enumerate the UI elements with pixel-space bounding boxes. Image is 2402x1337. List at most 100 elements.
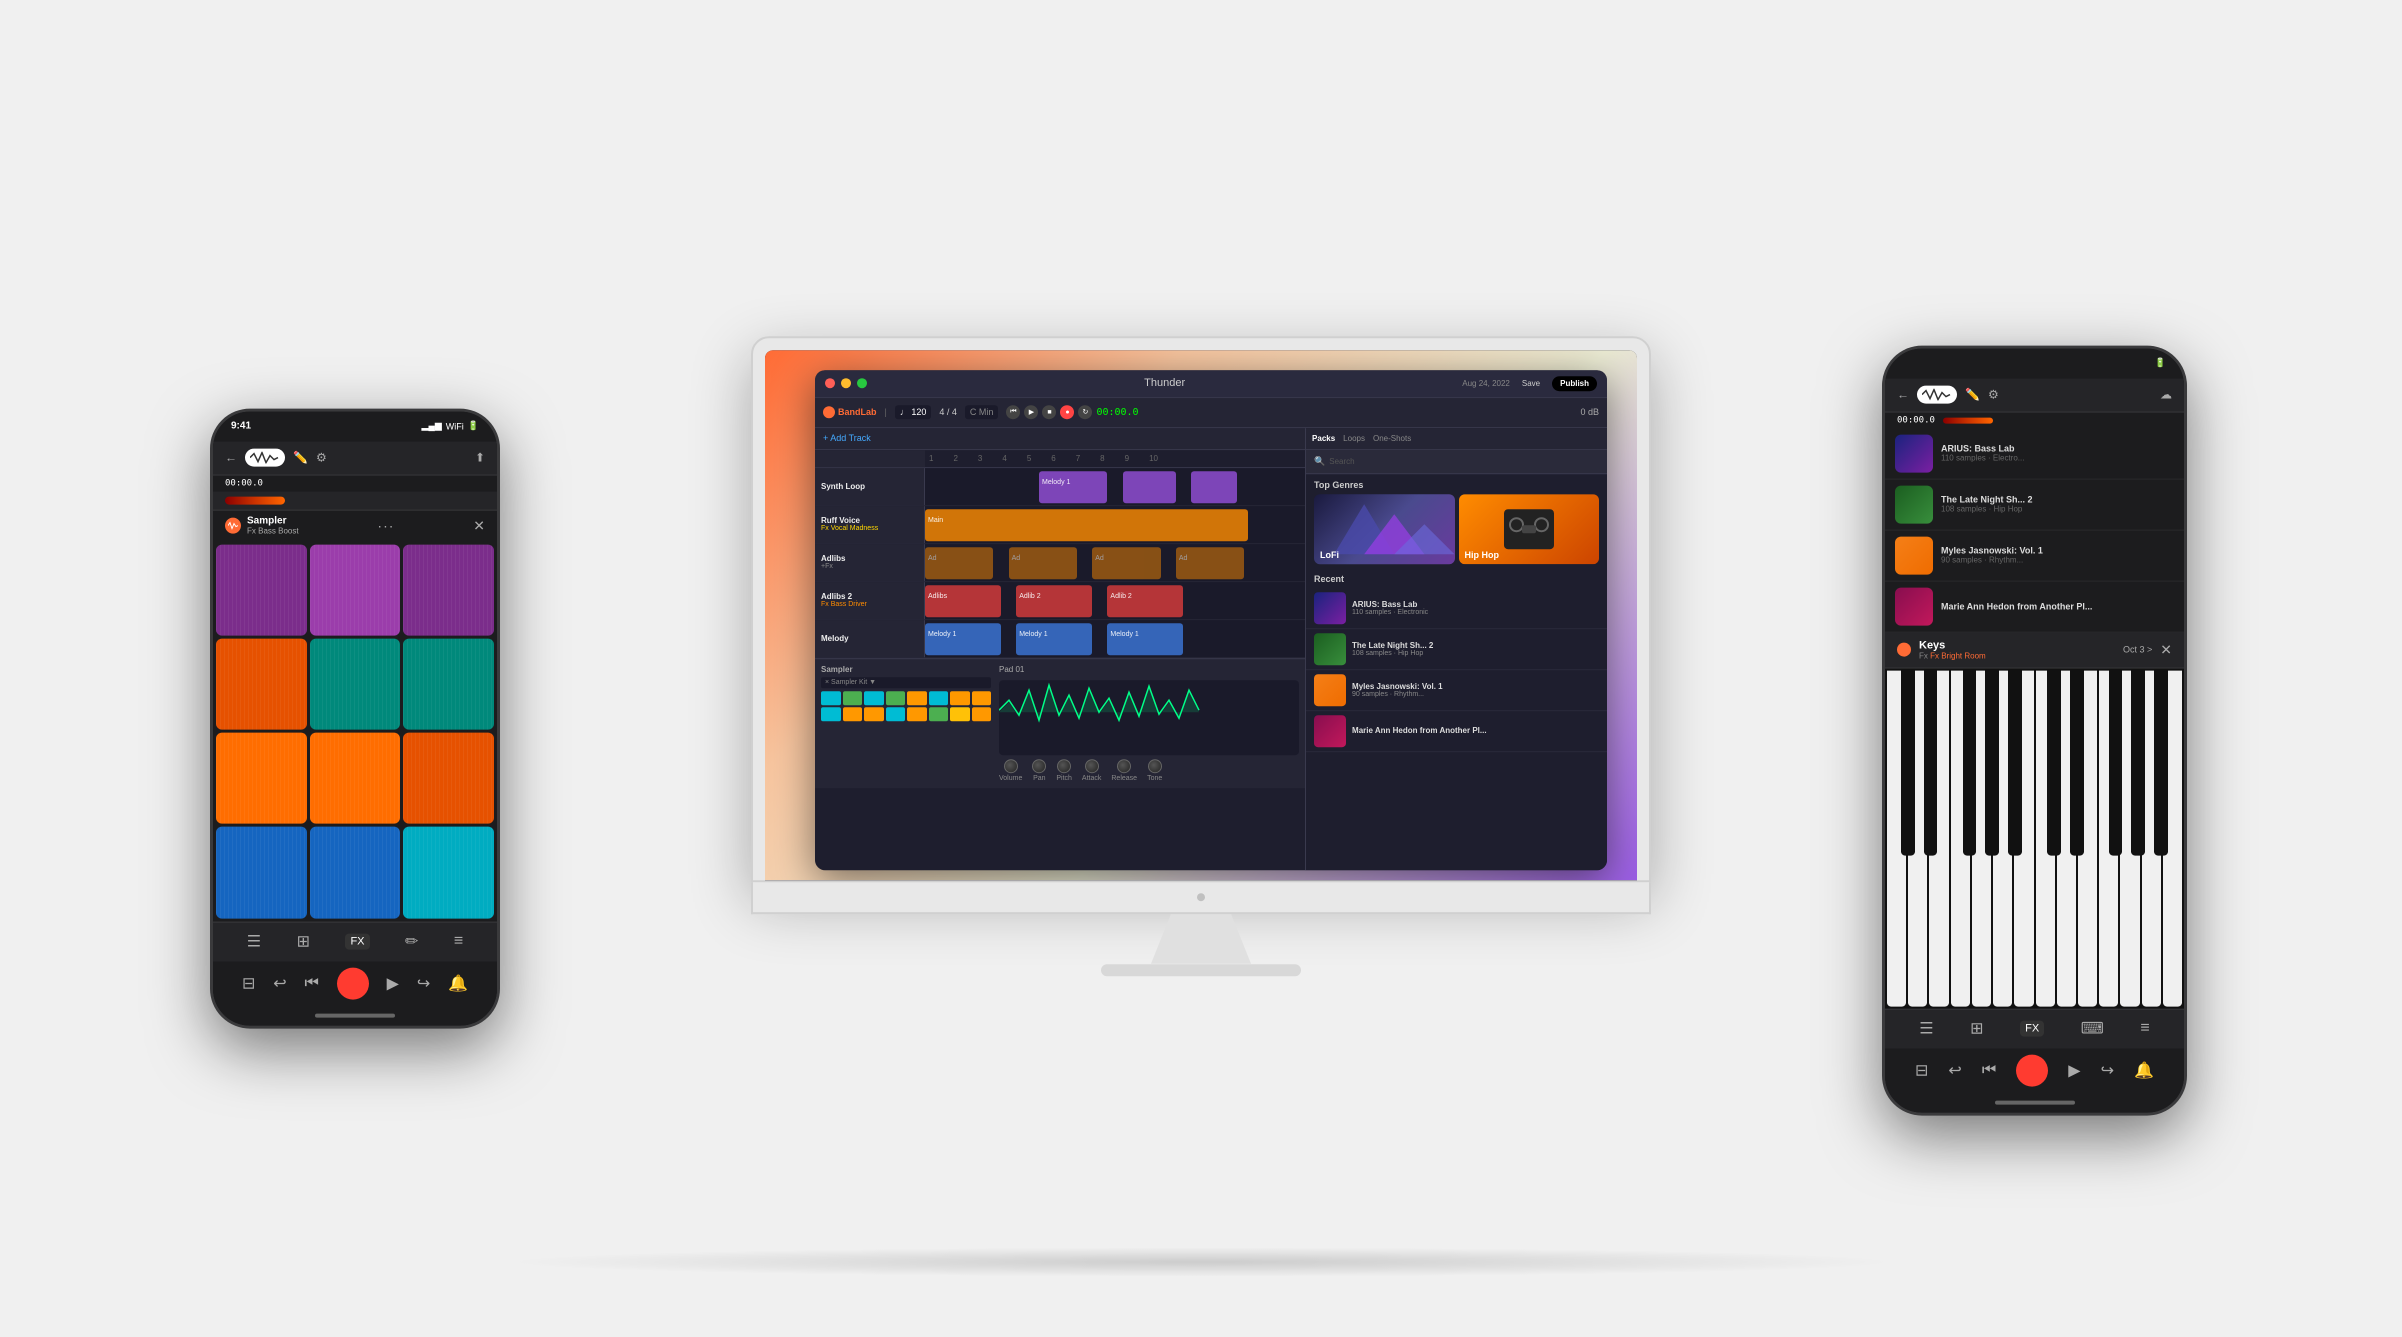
sp-2[interactable] bbox=[843, 691, 863, 705]
eq-icon[interactable]: ⊟ bbox=[242, 973, 255, 993]
pad-9[interactable] bbox=[403, 733, 494, 824]
track-content-adlibs2[interactable]: Adlibs Adlib 2 Adlib 2 bbox=[925, 582, 1305, 619]
right-upload-icon[interactable]: ☁ bbox=[2160, 388, 2172, 402]
key-e2[interactable] bbox=[2078, 670, 2097, 1006]
key-b2[interactable] bbox=[2163, 670, 2182, 1006]
right-redo-icon[interactable]: ↪ bbox=[2101, 1060, 2114, 1080]
recent-item-2[interactable]: The Late Night Sh... 2 108 samples · Hip… bbox=[1306, 629, 1607, 670]
key-display[interactable]: C Min bbox=[965, 405, 999, 419]
right-undo-icon[interactable]: ↩ bbox=[1948, 1060, 1961, 1080]
sound-item-2[interactable]: The Late Night Sh... 2 108 samples · Hip… bbox=[1885, 479, 2184, 530]
sp-16[interactable] bbox=[972, 707, 992, 721]
right-record-button[interactable] bbox=[2016, 1054, 2048, 1086]
key-f[interactable] bbox=[1951, 670, 1970, 1006]
clip-voice-main[interactable]: Main bbox=[925, 509, 1248, 541]
key-c[interactable] bbox=[1887, 670, 1906, 1006]
right-play-icon[interactable]: ▶ bbox=[2068, 1060, 2080, 1080]
upload-icon[interactable]: ⬆ bbox=[475, 451, 485, 465]
undo-icon[interactable]: ↩ bbox=[273, 973, 286, 993]
grid-icon[interactable]: ⊞ bbox=[297, 932, 310, 952]
key-g[interactable] bbox=[1972, 670, 1991, 1006]
sp-15[interactable] bbox=[950, 707, 970, 721]
publish-button[interactable]: Publish bbox=[1552, 376, 1597, 391]
one-shots-tab[interactable]: One-Shots bbox=[1373, 434, 1411, 443]
close-icon[interactable]: ✕ bbox=[473, 517, 485, 534]
redo-icon[interactable]: ↪ bbox=[417, 973, 430, 993]
right-list-icon[interactable]: ☰ bbox=[1919, 1019, 1933, 1039]
packs-tab[interactable]: Packs bbox=[1312, 434, 1335, 443]
clip-ad2-2[interactable]: Adlib 2 bbox=[1016, 585, 1092, 617]
track-content-synth[interactable]: Melody 1 bbox=[925, 468, 1305, 505]
sound-item-1[interactable]: ARIUS: Bass Lab 110 samples · Electro... bbox=[1885, 428, 2184, 479]
right-fx-icon[interactable]: FX bbox=[2020, 1021, 2044, 1037]
sp-13[interactable] bbox=[907, 707, 927, 721]
loop-btn[interactable]: ↻ bbox=[1078, 405, 1092, 419]
rewind-btn[interactable]: ⏮ bbox=[1006, 405, 1020, 419]
keys-close[interactable]: ✕ bbox=[2160, 641, 2172, 658]
right-eq-icon[interactable]: ⊟ bbox=[1915, 1060, 1928, 1080]
sp-4[interactable] bbox=[886, 691, 906, 705]
list-icon[interactable]: ☰ bbox=[247, 932, 261, 952]
save-button[interactable]: Save bbox=[1516, 376, 1546, 391]
sp-3[interactable] bbox=[864, 691, 884, 705]
record-btn[interactable]: ● bbox=[1060, 405, 1074, 419]
right-back-icon[interactable]: ← bbox=[1897, 388, 1909, 402]
bpm-display[interactable]: ♩ 120 bbox=[895, 405, 932, 419]
maximize-dot[interactable] bbox=[857, 378, 867, 388]
clip-ad2-3[interactable]: Adlib 2 bbox=[1107, 585, 1183, 617]
key-e[interactable] bbox=[1929, 670, 1948, 1006]
record-button[interactable] bbox=[337, 967, 369, 999]
skip-back-icon[interactable]: ⏮ bbox=[305, 974, 319, 992]
clip-ad-1[interactable]: Ad bbox=[925, 547, 993, 579]
key-a2[interactable] bbox=[2142, 670, 2161, 1006]
clip-mel-3[interactable]: Melody 1 bbox=[1107, 623, 1183, 655]
sp-5[interactable] bbox=[907, 691, 927, 705]
sp-9[interactable] bbox=[821, 707, 841, 721]
pad-11[interactable] bbox=[310, 827, 401, 918]
right-skip-back-icon[interactable]: ⏮ bbox=[1982, 1061, 1996, 1079]
pencil-icon[interactable]: ✏️ bbox=[293, 451, 308, 465]
sp-12[interactable] bbox=[886, 707, 906, 721]
waveform-icon[interactable] bbox=[245, 449, 285, 467]
track-content-melody[interactable]: Melody 1 Melody 1 Melody 1 bbox=[925, 620, 1305, 657]
pad-8[interactable] bbox=[310, 733, 401, 824]
recent-item-3[interactable]: Myles Jasnowski: Vol. 1 90 samples · Rhy… bbox=[1306, 670, 1607, 711]
loops-tab[interactable]: Loops bbox=[1343, 434, 1365, 443]
sp-1[interactable] bbox=[821, 691, 841, 705]
pad-2[interactable] bbox=[310, 544, 401, 635]
recent-item-1[interactable]: ARIUS: Bass Lab 110 samples · Electronic bbox=[1306, 588, 1607, 629]
track-content-voice[interactable]: Main bbox=[925, 506, 1305, 543]
clip-mel-2[interactable]: Melody 1 bbox=[1016, 623, 1092, 655]
clip-ad2-1[interactable]: Adlibs bbox=[925, 585, 1001, 617]
sound-item-3[interactable]: Myles Jasnowski: Vol. 1 90 samples · Rhy… bbox=[1885, 530, 2184, 581]
pencil-bottom-icon[interactable]: ✏ bbox=[405, 932, 418, 952]
clip-synth-1[interactable]: Melody 1 bbox=[1039, 471, 1107, 503]
key-d[interactable] bbox=[1908, 670, 1927, 1006]
right-metronome-icon[interactable]: 🔔 bbox=[2134, 1060, 2154, 1080]
right-keyboard-icon[interactable]: ⌨ bbox=[2081, 1019, 2104, 1039]
time-sig[interactable]: 4 / 4 bbox=[939, 407, 957, 417]
pad-7[interactable] bbox=[216, 733, 307, 824]
clip-synth-2[interactable] bbox=[1123, 471, 1176, 503]
back-icon[interactable]: ← bbox=[225, 451, 237, 465]
close-dot[interactable] bbox=[825, 378, 835, 388]
sounds-search[interactable]: 🔍 Search bbox=[1306, 450, 1607, 474]
menu-icon[interactable]: ≡ bbox=[454, 933, 463, 951]
sp-14[interactable] bbox=[929, 707, 949, 721]
sp-7[interactable] bbox=[950, 691, 970, 705]
pad-1[interactable] bbox=[216, 544, 307, 635]
play-btn[interactable]: ▶ bbox=[1024, 405, 1038, 419]
oct-label[interactable]: Oct 3 > bbox=[2123, 645, 2152, 655]
pad-4[interactable] bbox=[216, 638, 307, 729]
pad-5[interactable] bbox=[310, 638, 401, 729]
clip-ad-4[interactable]: Ad bbox=[1176, 547, 1244, 579]
right-waveform-icon[interactable] bbox=[1917, 386, 1957, 404]
key-b[interactable] bbox=[2014, 670, 2033, 1006]
key-g2[interactable] bbox=[2120, 670, 2139, 1006]
key-d2[interactable] bbox=[2057, 670, 2076, 1006]
pad-grid[interactable] bbox=[213, 541, 497, 921]
more-icon[interactable]: ··· bbox=[377, 518, 394, 534]
play-icon[interactable]: ▶ bbox=[387, 973, 399, 993]
right-menu-icon[interactable]: ≡ bbox=[2140, 1020, 2149, 1038]
clip-ad-3[interactable]: Ad bbox=[1092, 547, 1160, 579]
